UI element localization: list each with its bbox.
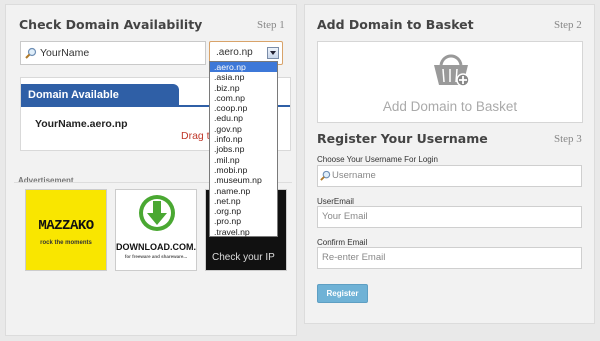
availability-heading: Domain Available bbox=[21, 84, 179, 106]
ad-mazzako-tagline: rock the moments bbox=[40, 240, 92, 246]
register-title: Register Your Username bbox=[317, 131, 488, 146]
step-3-label: Step 3 bbox=[554, 133, 582, 145]
check-domain-title: Check Domain Availability bbox=[19, 17, 203, 32]
basket-drop-zone[interactable]: Add Domain to Basket bbox=[317, 41, 583, 123]
basket-drop-label: Add Domain to Basket bbox=[382, 99, 518, 114]
email-label: UserEmail bbox=[317, 197, 354, 206]
extension-option[interactable]: .edu.np bbox=[210, 113, 277, 123]
step-1-label: Step 1 bbox=[257, 19, 285, 31]
username-label: Choose Your Username For Login bbox=[317, 155, 438, 164]
ad-download-brand: DOWNLOAD.COM.NP bbox=[116, 242, 196, 252]
extension-option[interactable]: .aero.np bbox=[210, 62, 277, 73]
step-2-label: Step 2 bbox=[554, 19, 582, 31]
extension-option[interactable]: .gov.np bbox=[210, 124, 277, 134]
extension-option[interactable]: .mobi.np bbox=[210, 165, 277, 175]
extension-option[interactable]: .travel.np bbox=[210, 227, 277, 237]
extension-option[interactable]: .mil.np bbox=[210, 155, 277, 165]
extension-option[interactable]: .pro.np bbox=[210, 216, 277, 226]
search-icon bbox=[320, 170, 331, 181]
basket-register-panel: Add Domain to Basket Step 2 Add Domain t… bbox=[304, 4, 595, 324]
email-placeholder: Your Email bbox=[322, 211, 368, 222]
extension-option[interactable]: .coop.np bbox=[210, 103, 277, 113]
advertisement-title: Advertisement bbox=[18, 176, 74, 185]
confirm-email-placeholder: Re-enter Email bbox=[322, 252, 386, 263]
confirm-email-label: Confirm Email bbox=[317, 238, 368, 247]
username-input[interactable]: Username bbox=[317, 165, 582, 187]
ad-banner-download[interactable]: DOWNLOAD.COM.NP for freeware and sharewa… bbox=[115, 189, 197, 271]
search-icon bbox=[25, 47, 37, 59]
extension-option[interactable]: .jobs.np bbox=[210, 144, 277, 154]
extension-option[interactable]: .com.np bbox=[210, 93, 277, 103]
domain-search-input[interactable]: YourName bbox=[20, 41, 206, 65]
ad-banner-mazzako[interactable]: MAZZAKO rock the moments bbox=[25, 189, 107, 271]
ad-mazzako-brand: MAZZAKO bbox=[38, 218, 94, 234]
extension-option[interactable]: .org.np bbox=[210, 206, 277, 216]
domain-search-value: YourName bbox=[40, 47, 90, 59]
download-arrow-icon bbox=[139, 195, 175, 231]
extension-option[interactable]: .name.np bbox=[210, 186, 277, 196]
extension-option[interactable]: .net.np bbox=[210, 196, 277, 206]
extension-dropdown-list[interactable]: .aero.np .asia.np .biz.np .com.np .coop.np .e… bbox=[209, 61, 278, 237]
available-domain-name[interactable]: YourName.aero.np bbox=[35, 118, 128, 130]
ad-check-ip-text: Check your IP bbox=[212, 252, 275, 263]
extension-option[interactable]: .biz.np bbox=[210, 83, 277, 93]
basket-icon bbox=[434, 54, 470, 87]
basket-title: Add Domain to Basket bbox=[317, 17, 474, 32]
email-input[interactable]: Your Email bbox=[317, 206, 582, 228]
confirm-email-input[interactable]: Re-enter Email bbox=[317, 247, 582, 269]
username-placeholder: Username bbox=[332, 170, 376, 181]
register-button[interactable]: Register bbox=[317, 284, 368, 303]
extension-option[interactable]: .info.np bbox=[210, 134, 277, 144]
extension-selected-value: .aero.np bbox=[216, 47, 253, 58]
ad-download-tagline: for freeware and shareware... bbox=[124, 254, 188, 259]
chevron-down-icon[interactable] bbox=[267, 47, 279, 59]
extension-option[interactable]: .asia.np bbox=[210, 72, 277, 82]
extension-option[interactable]: .museum.np bbox=[210, 175, 277, 185]
